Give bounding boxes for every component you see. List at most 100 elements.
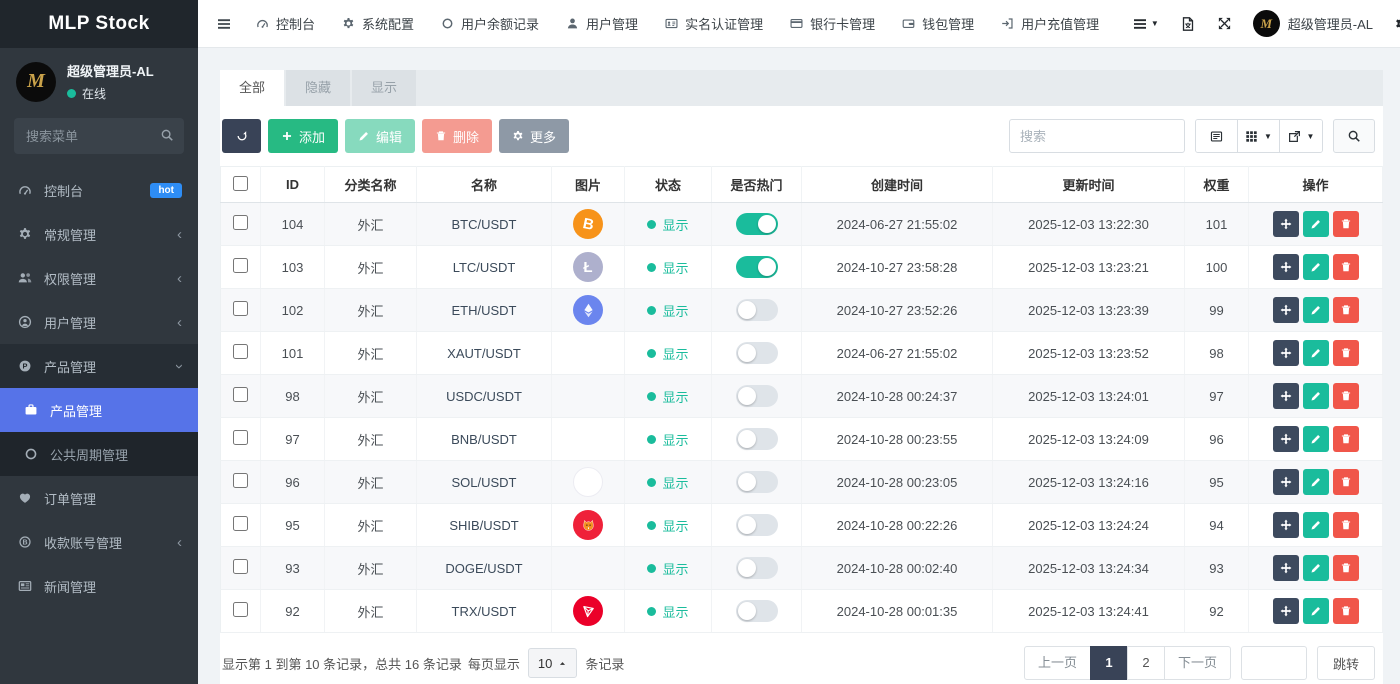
col-created[interactable]: 创建时间 bbox=[801, 166, 993, 203]
hot-toggle[interactable] bbox=[735, 256, 778, 278]
hot-toggle[interactable] bbox=[735, 600, 778, 622]
tab-all[interactable]: 全部 bbox=[220, 70, 285, 106]
topnav-user[interactable]: M 超级管理员-AL bbox=[1252, 10, 1373, 37]
delete-row-button[interactable] bbox=[1332, 426, 1359, 452]
delete-row-button[interactable] bbox=[1332, 512, 1359, 538]
delete-row-button[interactable] bbox=[1332, 297, 1359, 323]
tab-hidden[interactable]: 隐藏 bbox=[286, 70, 351, 106]
refresh-button[interactable] bbox=[222, 119, 261, 153]
topnav-item-bankcard-manage[interactable]: 银行卡管理 bbox=[790, 14, 875, 33]
edit-row-button[interactable] bbox=[1302, 469, 1329, 495]
row-checkbox[interactable] bbox=[233, 258, 248, 273]
drag-move-button[interactable] bbox=[1272, 211, 1299, 237]
drag-move-button[interactable] bbox=[1272, 598, 1299, 624]
columns-button[interactable]: ▼ bbox=[1238, 120, 1280, 152]
sidebar-item-cycle[interactable]: 公共周期管理 bbox=[0, 432, 198, 476]
edit-row-button[interactable] bbox=[1302, 555, 1329, 581]
delete-row-button[interactable] bbox=[1332, 469, 1359, 495]
sidebar-item-general[interactable]: 常规管理 ‹ bbox=[0, 212, 198, 256]
tab-shown[interactable]: 显示 bbox=[352, 70, 417, 106]
col-weight[interactable]: 权重 bbox=[1184, 166, 1249, 203]
search-submit-button[interactable] bbox=[1333, 119, 1375, 153]
topnav-item-recharge-manage[interactable]: 用户充值管理 bbox=[1001, 14, 1099, 33]
row-checkbox[interactable] bbox=[233, 559, 248, 574]
edit-row-button[interactable] bbox=[1302, 297, 1329, 323]
col-status[interactable]: 状态 bbox=[624, 166, 712, 203]
topnav-item-wallet-manage[interactable]: 钱包管理 bbox=[902, 14, 974, 33]
edit-row-button[interactable] bbox=[1302, 598, 1329, 624]
drag-move-button[interactable] bbox=[1272, 512, 1299, 538]
table-search-input[interactable] bbox=[1009, 119, 1185, 153]
per-page-select[interactable]: 10 bbox=[527, 648, 578, 678]
drag-move-button[interactable] bbox=[1272, 383, 1299, 409]
detail-view-button[interactable] bbox=[1196, 120, 1238, 152]
edit-row-button[interactable] bbox=[1302, 383, 1329, 409]
topnav-item-system-config[interactable]: 系统配置 bbox=[342, 14, 414, 33]
sidebar-item-auth[interactable]: 权限管理 ‹ bbox=[0, 256, 198, 300]
col-category[interactable]: 分类名称 bbox=[324, 166, 417, 203]
topnav-item-kyc-manage[interactable]: 实名认证管理 bbox=[665, 14, 763, 33]
more-button[interactable]: 更多 bbox=[499, 119, 570, 153]
row-checkbox[interactable] bbox=[233, 473, 248, 488]
row-checkbox[interactable] bbox=[233, 516, 248, 531]
topnav-item-balance-log[interactable]: 用户余额记录 bbox=[441, 14, 539, 33]
page-2-button[interactable]: 2 bbox=[1126, 646, 1165, 680]
settings-gear-icon[interactable] bbox=[1394, 16, 1400, 32]
add-button[interactable]: 添加 bbox=[268, 119, 339, 153]
hot-toggle[interactable] bbox=[735, 428, 778, 450]
col-updated[interactable]: 更新时间 bbox=[992, 166, 1185, 203]
drag-move-button[interactable] bbox=[1272, 340, 1299, 366]
hot-toggle[interactable] bbox=[735, 299, 778, 321]
edit-row-button[interactable] bbox=[1302, 254, 1329, 280]
edit-row-button[interactable] bbox=[1302, 340, 1329, 366]
sidebar-item-dashboard[interactable]: 控制台 hot bbox=[0, 168, 198, 212]
sidebar-item-order[interactable]: 订单管理 bbox=[0, 476, 198, 520]
topnav-item-dashboard[interactable]: 控制台 bbox=[256, 14, 315, 33]
edit-row-button[interactable] bbox=[1302, 211, 1329, 237]
delete-row-button[interactable] bbox=[1332, 211, 1359, 237]
next-page-button[interactable]: 下一页 bbox=[1163, 646, 1231, 680]
hot-toggle[interactable] bbox=[735, 471, 778, 493]
row-checkbox[interactable] bbox=[233, 301, 248, 316]
drag-move-button[interactable] bbox=[1272, 469, 1299, 495]
row-checkbox[interactable] bbox=[233, 430, 248, 445]
edit-row-button[interactable] bbox=[1302, 426, 1329, 452]
delete-row-button[interactable] bbox=[1332, 555, 1359, 581]
topnav-item-user-manage[interactable]: 用户管理 bbox=[566, 14, 638, 33]
hot-toggle[interactable] bbox=[735, 213, 778, 235]
page-1-button[interactable]: 1 bbox=[1089, 646, 1128, 680]
drag-move-button[interactable] bbox=[1272, 426, 1299, 452]
delete-row-button[interactable] bbox=[1332, 254, 1359, 280]
page-jump-input[interactable] bbox=[1240, 646, 1307, 680]
drag-move-button[interactable] bbox=[1272, 555, 1299, 581]
sidebar-item-product-parent[interactable]: 产品管理 › bbox=[0, 344, 198, 388]
col-name[interactable]: 名称 bbox=[416, 166, 552, 203]
hot-toggle[interactable] bbox=[735, 557, 778, 579]
row-checkbox[interactable] bbox=[233, 387, 248, 402]
delete-row-button[interactable] bbox=[1332, 340, 1359, 366]
menu-list-dropdown[interactable]: ▼ bbox=[1132, 16, 1159, 32]
sidebar-item-payee[interactable]: 收款账号管理 ‹ bbox=[0, 520, 198, 564]
sidebar-item-news[interactable]: 新闻管理 bbox=[0, 564, 198, 608]
col-id[interactable]: ID bbox=[260, 166, 325, 203]
delete-row-button[interactable] bbox=[1332, 383, 1359, 409]
edit-button[interactable]: 编辑 bbox=[345, 119, 416, 153]
sidebar-item-user[interactable]: 用户管理 ‹ bbox=[0, 300, 198, 344]
page-jump-button[interactable]: 跳转 bbox=[1316, 646, 1375, 680]
row-checkbox[interactable] bbox=[233, 602, 248, 617]
edit-row-button[interactable] bbox=[1302, 512, 1329, 538]
export-button[interactable]: ▼ bbox=[1280, 120, 1322, 152]
delete-button[interactable]: 删除 bbox=[422, 119, 493, 153]
hot-toggle[interactable] bbox=[735, 514, 778, 536]
menu-search-input[interactable] bbox=[14, 118, 184, 154]
col-hot[interactable]: 是否热门 bbox=[711, 166, 802, 203]
delete-row-button[interactable] bbox=[1332, 598, 1359, 624]
sidebar-item-product[interactable]: 产品管理 bbox=[0, 388, 198, 432]
fullscreen-icon[interactable] bbox=[1217, 16, 1232, 31]
row-checkbox[interactable] bbox=[233, 344, 248, 359]
hot-toggle[interactable] bbox=[735, 342, 778, 364]
drag-move-button[interactable] bbox=[1272, 297, 1299, 323]
prev-page-button[interactable]: 上一页 bbox=[1023, 646, 1091, 680]
sidebar-toggle-icon[interactable] bbox=[216, 16, 232, 32]
hot-toggle[interactable] bbox=[735, 385, 778, 407]
